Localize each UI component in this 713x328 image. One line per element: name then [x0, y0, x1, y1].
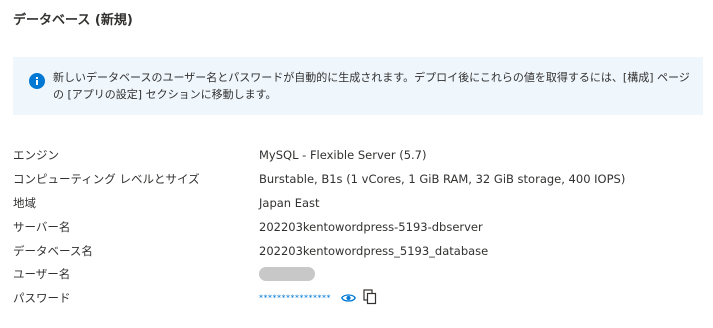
info-icon [29, 73, 45, 89]
database-name-value: 202203kentowordpress_5193_database [259, 244, 489, 258]
server-name-label: サーバー名 [13, 220, 71, 234]
copy-icon[interactable] [363, 289, 377, 305]
compute-value: Burstable, B1s (1 vCores, 1 GiB RAM, 32 … [259, 172, 626, 186]
region-label: 地域 [13, 196, 36, 210]
password-mask: **************** [259, 293, 331, 303]
info-banner: 新しいデータベースのユーザー名とパスワードが自動的に生成されます。デプロイ後にこ… [13, 57, 703, 115]
username-value [259, 263, 315, 285]
server-name-value: 202203kentowordpress-5193-dbserver [259, 220, 483, 234]
section-title: データベース (新規) [13, 13, 133, 28]
info-message: 新しいデータベースのユーザー名とパスワードが自動的に生成されます。デプロイ後にこ… [53, 71, 690, 101]
region-value: Japan East [259, 196, 320, 210]
eye-icon[interactable] [340, 293, 356, 303]
username-label: ユーザー名 [13, 267, 71, 281]
password-value: **************** [259, 287, 377, 310]
redacted-username [259, 266, 315, 281]
engine-label: エンジン [13, 148, 59, 162]
engine-value: MySQL - Flexible Server (5.7) [259, 148, 427, 162]
password-label: パスワード [13, 291, 71, 305]
compute-label: コンピューティング レベルとサイズ [13, 172, 200, 186]
database-name-label: データベース名 [13, 244, 93, 258]
